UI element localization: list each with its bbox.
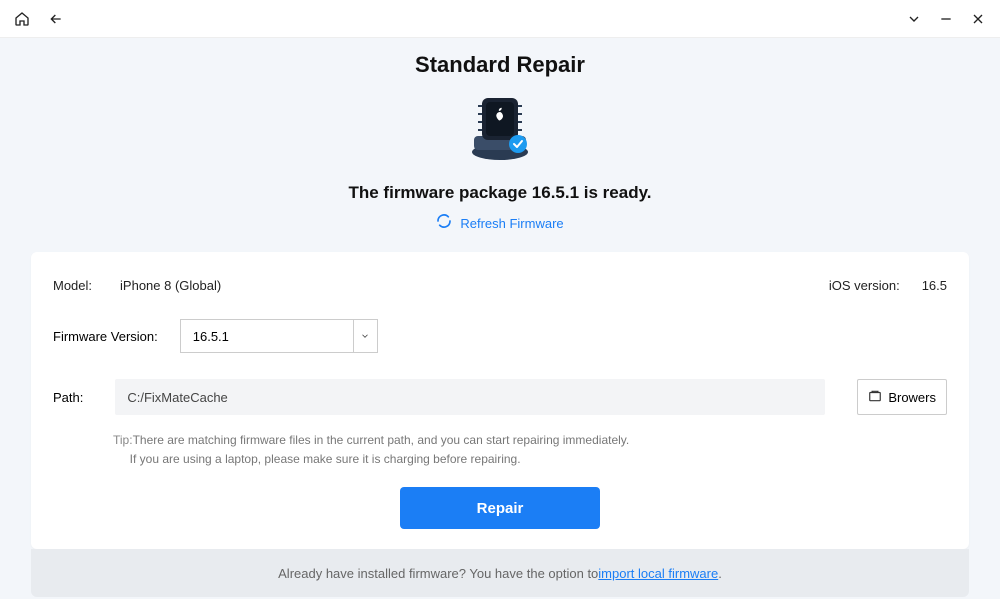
model-value: iPhone 8 (Global): [120, 278, 221, 293]
browse-button[interactable]: Browers: [857, 379, 947, 415]
ios-version-value: 16.5: [922, 278, 947, 293]
ios-version-label: iOS version:: [829, 278, 900, 293]
folder-icon: [868, 389, 882, 406]
footer-suffix: .: [718, 566, 722, 581]
tip-prefix: Tip:: [113, 433, 133, 447]
main-stage: Standard Repair The firmware package 16.…: [0, 38, 1000, 599]
details-card: Model: iPhone 8 (Global) iOS version: 16…: [31, 252, 969, 549]
repair-button[interactable]: Repair: [400, 487, 600, 529]
footer-prefix: Already have installed firmware? You hav…: [278, 566, 598, 581]
titlebar-left: [14, 11, 64, 27]
firmware-version-select[interactable]: 16.5.1: [180, 319, 378, 353]
tip-line-2: If you are using a laptop, please make s…: [130, 452, 521, 466]
tip-line-1: There are matching firmware files in the…: [133, 433, 630, 447]
refresh-firmware-button[interactable]: Refresh Firmware: [436, 213, 563, 234]
footer-bar: Already have installed firmware? You hav…: [31, 549, 969, 597]
home-icon[interactable]: [14, 11, 30, 27]
device-chip-icon: [460, 96, 540, 169]
back-icon[interactable]: [48, 11, 64, 27]
path-input[interactable]: C:/FixMateCache: [115, 379, 825, 415]
path-value: C:/FixMateCache: [127, 390, 227, 405]
firmware-version-row: Firmware Version: 16.5.1: [53, 319, 947, 353]
titlebar: [0, 0, 1000, 38]
page-title: Standard Repair: [415, 52, 585, 78]
chevron-down-icon[interactable]: [353, 320, 377, 352]
model-label: Model:: [53, 278, 92, 293]
tips-text: Tip:There are matching firmware files in…: [113, 431, 947, 469]
path-label: Path:: [53, 390, 83, 405]
dropdown-icon[interactable]: [906, 11, 922, 27]
device-info-row: Model: iPhone 8 (Global) iOS version: 16…: [53, 278, 947, 293]
firmware-version-value: 16.5.1: [181, 320, 353, 352]
minimize-icon[interactable]: [938, 11, 954, 27]
browse-label: Browers: [888, 390, 936, 405]
refresh-label: Refresh Firmware: [460, 216, 563, 231]
import-firmware-link[interactable]: import local firmware: [598, 566, 718, 581]
firmware-version-label: Firmware Version:: [53, 329, 158, 344]
titlebar-right: [906, 11, 986, 27]
close-icon[interactable]: [970, 11, 986, 27]
path-row: Path: C:/FixMateCache Browers: [53, 379, 947, 415]
status-line: The firmware package 16.5.1 is ready.: [348, 183, 651, 203]
refresh-icon: [436, 213, 452, 234]
